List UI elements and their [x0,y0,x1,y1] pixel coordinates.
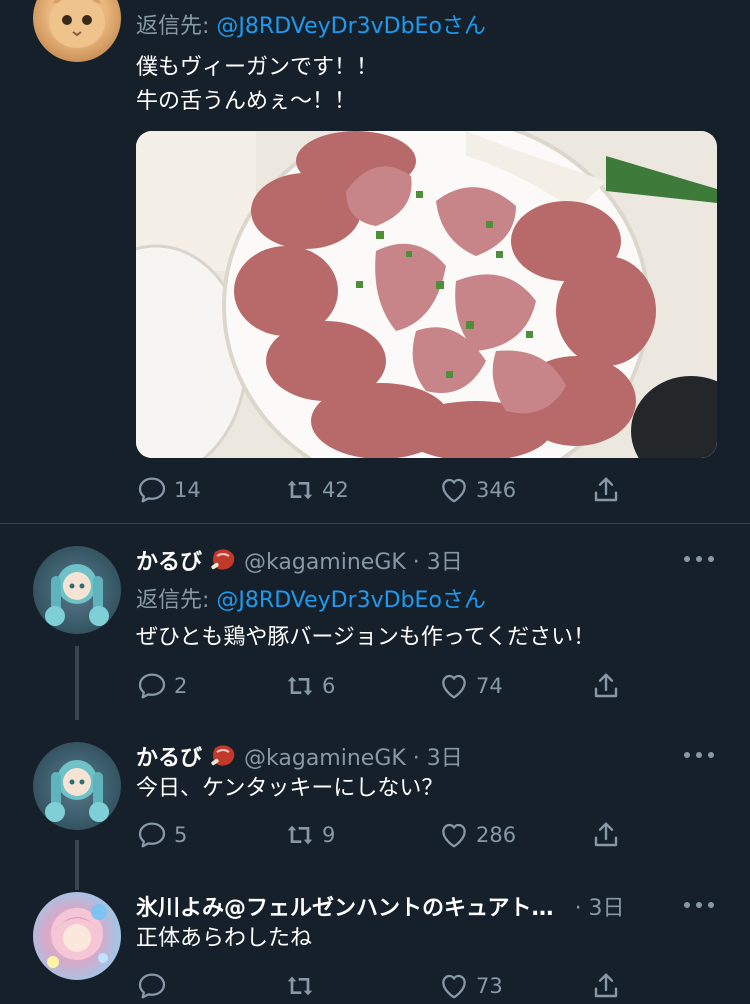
timestamp[interactable]: · 3日 [575,896,625,921]
reply-button[interactable]: 2 [136,668,187,704]
handle[interactable]: @kagamineGK [244,550,406,575]
retweet-icon [284,670,316,702]
more-icon[interactable] [684,752,714,758]
retweet-count: 6 [322,674,336,698]
like-button[interactable]: 74 [438,668,503,704]
like-button[interactable]: 73 [438,968,503,1004]
timestamp[interactable]: · 3日 [413,550,463,575]
like-button[interactable]: 346 [438,472,516,508]
reply-button[interactable]: 14 [136,472,201,508]
retweet-count: 42 [322,478,349,502]
reply-to-line: 返信先: @J8RDVeyDr3vDbEoさん [136,8,486,40]
handle[interactable]: @kagamineGK [244,746,406,771]
like-count: 74 [476,674,503,698]
tweet-text: 僕もヴィーガンです！！ 牛の舌うんめぇ〜！！ [136,55,379,114]
retweet-icon [284,819,316,851]
mention-link[interactable]: @J8RDVeyDr3vDbEoさん [216,14,486,39]
reply-count: 5 [174,823,188,847]
reply-button[interactable]: 5 [136,817,187,853]
tweet-image[interactable] [136,131,717,458]
timestamp[interactable]: · 3日 [413,746,463,771]
reply-to-label: 返信先: [136,14,210,39]
mention-link[interactable]: @J8RDVeyDr3vDbEoさん [216,588,486,613]
more-icon[interactable] [684,556,714,562]
meat-emoji-icon [211,745,235,766]
share-button[interactable] [590,472,628,508]
reply-icon [136,670,168,702]
display-name[interactable]: かるび [136,550,202,575]
tweet-text: ぜひとも鶏や豚バージョンも作ってください！ [136,625,596,650]
reply-button[interactable] [136,968,174,1004]
share-icon [590,670,622,702]
like-icon [438,819,470,851]
tweet-actions: 5 9 286 [136,817,636,853]
retweet-button[interactable]: 6 [284,668,335,704]
share-icon [590,474,622,506]
share-button[interactable] [590,817,628,853]
tweet[interactable]: 氷川よみ@フェルゼンハントのキュアト… · 3日 正体あらわしたね 73 [0,870,750,1000]
share-button[interactable] [590,968,628,1004]
retweet-icon [284,970,316,1002]
tweet-text: 今日、ケンタッキーにしない？ [136,776,444,801]
tweet[interactable]: かるび @kagamineGK · 3日 返信先: @J8RDVeyDr3vDb… [0,524,750,719]
reply-icon [136,970,168,1002]
avatar[interactable] [33,0,121,62]
avatar[interactable] [33,742,121,830]
avatar[interactable] [33,546,121,634]
thread-line [75,646,79,720]
share-icon [590,819,622,851]
tweet-actions: 73 [136,968,636,1004]
tweet-header: 氷川よみ@フェルゼンハントのキュアト… · 3日 [136,890,625,922]
like-count: 73 [476,974,503,998]
tweet-header: かるび @kagamineGK · 3日 [136,544,463,576]
avatar[interactable] [33,892,121,980]
retweet-count: 9 [322,823,336,847]
tweet-text: 正体あらわしたね [136,926,313,951]
tweet-header: かるび @kagamineGK · 3日 [136,740,463,772]
like-count: 346 [476,478,517,502]
like-button[interactable]: 286 [438,817,516,853]
reply-icon [136,819,168,851]
reply-icon [136,474,168,506]
retweet-icon [284,474,316,506]
like-icon [438,970,470,1002]
share-button[interactable] [590,668,628,704]
meat-emoji-icon [211,549,235,570]
display-name[interactable]: かるび [136,746,202,771]
like-count: 286 [476,823,517,847]
retweet-button[interactable]: 42 [284,472,349,508]
tweet-actions: 2 6 74 [136,668,636,704]
tweet[interactable]: かるび @kagamineGK · 3日 今日、ケンタッキーにしない？ 5 9 … [0,720,750,870]
reply-count: 14 [174,478,201,502]
reply-to-label: 返信先: [136,588,210,613]
reply-count: 2 [174,674,188,698]
share-icon [590,970,622,1002]
like-icon [438,474,470,506]
more-icon[interactable] [684,902,714,908]
retweet-button[interactable] [284,968,322,1004]
retweet-button[interactable]: 9 [284,817,335,853]
reply-to-line: 返信先: @J8RDVeyDr3vDbEoさん [136,582,486,614]
tweet-actions: 14 42 346 [136,472,636,508]
display-name[interactable]: 氷川よみ@フェルゼンハントのキュアト… [136,896,554,921]
like-icon [438,670,470,702]
tweet[interactable]: 返信先: @J8RDVeyDr3vDbEoさん 僕もヴィーガンです！！ 牛の舌う… [0,0,750,522]
